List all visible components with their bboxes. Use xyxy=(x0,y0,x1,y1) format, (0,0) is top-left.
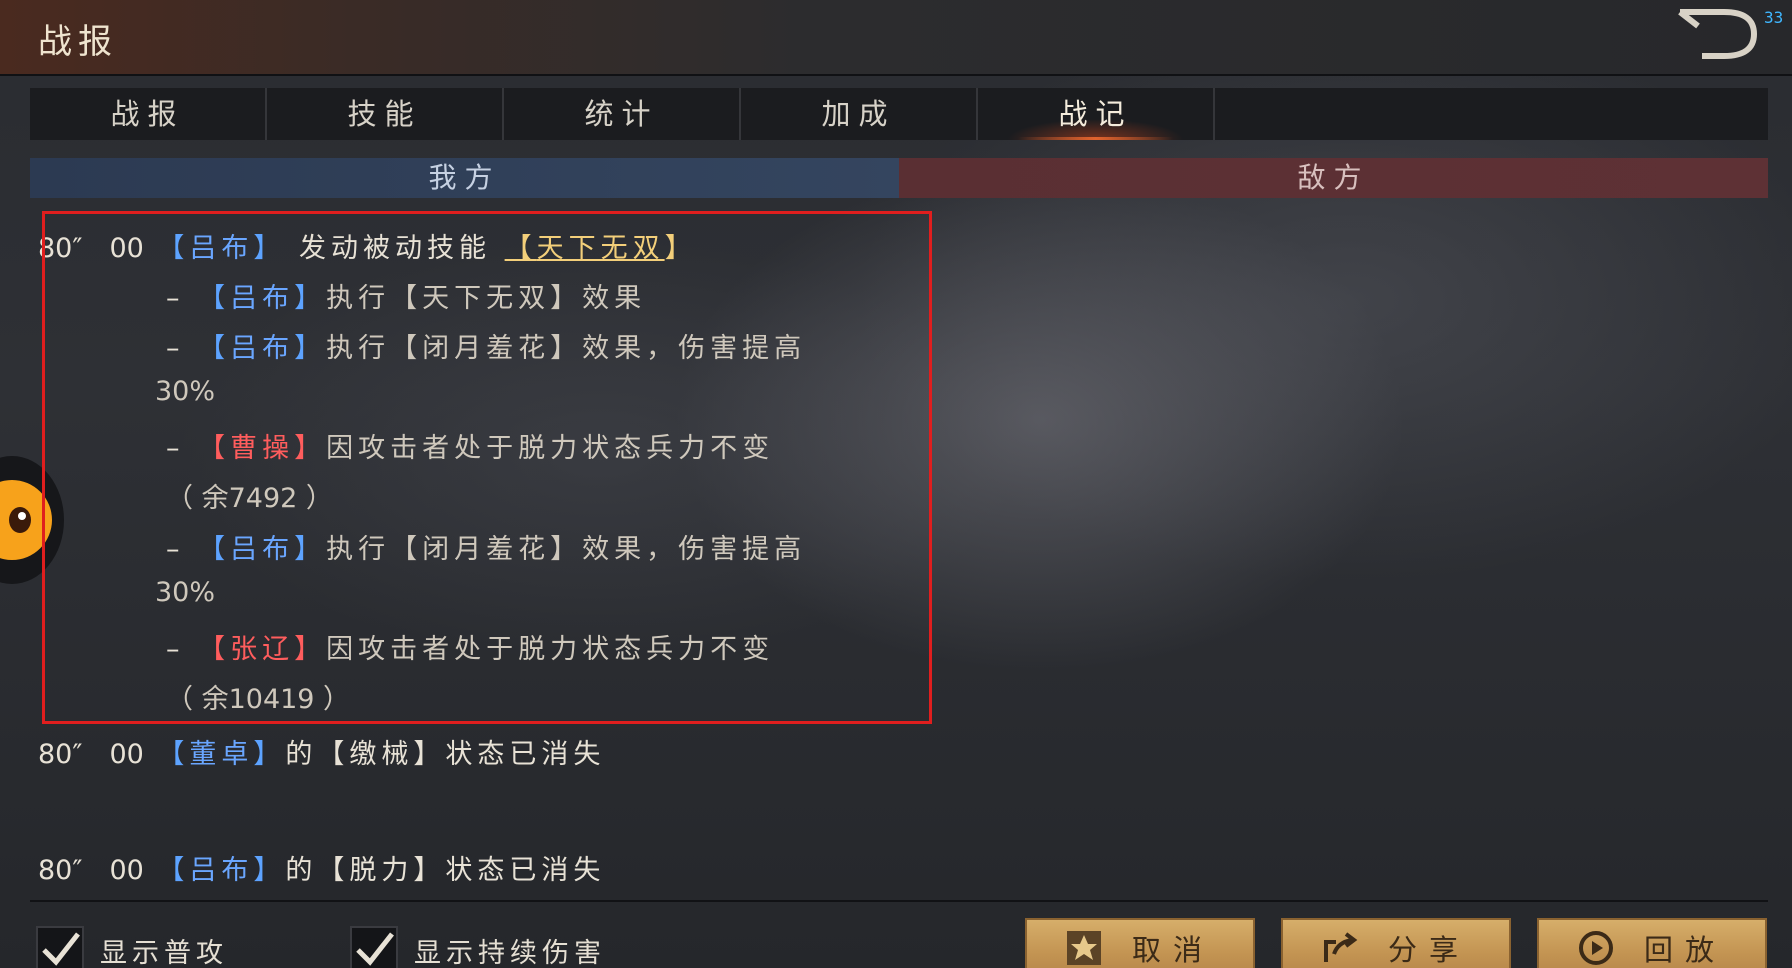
log-connector: 的 xyxy=(285,739,318,770)
replay-label: 回放 xyxy=(1643,933,1726,967)
divider xyxy=(30,900,1768,902)
side-ours-button[interactable]: 我方 xyxy=(30,158,899,198)
cancel-label: 取消 xyxy=(1131,933,1214,967)
side-switch: 我方 敌方 xyxy=(30,158,1768,198)
general-name[interactable]: 吕布 xyxy=(189,855,253,886)
checkbox-label: 显示普攻 xyxy=(100,937,228,968)
log-time: 80″ 00 xyxy=(38,855,144,886)
checkbox-label: 显示持续伤害 xyxy=(414,937,606,968)
cancel-button[interactable]: 取消 xyxy=(1025,918,1255,968)
show-dot-checkbox[interactable]: 显示持续伤害 xyxy=(350,926,606,968)
fps-counter: 33 xyxy=(1764,8,1784,27)
log-entry: 80″ 00 【吕布】的【脱力】状态已消失 xyxy=(38,855,606,886)
side-enemy-button[interactable]: 敌方 xyxy=(899,158,1768,198)
checkbox-box[interactable] xyxy=(36,926,84,968)
battle-report-screen: 战报 33 战报 技能 统计 加成 战记 我方 敌方 80″ 00 【吕布】 发… xyxy=(0,0,1792,968)
tab-battle-report[interactable]: 战报 xyxy=(30,88,267,140)
log-text: 状态已消失 xyxy=(445,855,606,886)
header-bar: 战报 33 xyxy=(0,0,1792,76)
checkmark-icon xyxy=(356,932,394,966)
log-connector: 的 xyxy=(285,855,318,886)
play-icon xyxy=(1578,931,1613,965)
tab-statistics[interactable]: 统计 xyxy=(504,88,741,140)
general-name[interactable]: 董卓 xyxy=(189,739,253,770)
star-icon xyxy=(1066,931,1101,965)
back-arrow-icon[interactable] xyxy=(1672,4,1762,64)
state-name: 脱力 xyxy=(349,855,414,886)
annotation-highlight-box xyxy=(42,211,932,724)
share-button[interactable]: 分享 xyxy=(1281,918,1511,968)
share-label: 分享 xyxy=(1387,933,1470,967)
share-icon xyxy=(1323,932,1358,962)
log-text: 状态已消失 xyxy=(445,739,606,770)
tab-skills[interactable]: 技能 xyxy=(267,88,504,140)
show-normal-attack-checkbox[interactable]: 显示普攻 xyxy=(36,926,228,968)
page-title: 战报 xyxy=(38,22,118,62)
state-name: 缴械 xyxy=(349,739,414,770)
log-entry: 80″ 00 【董卓】的【缴械】状态已消失 xyxy=(38,739,606,770)
log-time: 80″ 00 xyxy=(38,739,144,770)
checkmark-icon xyxy=(42,932,80,966)
tab-bar: 战报 技能 统计 加成 战记 xyxy=(30,88,1768,140)
tab-bonus[interactable]: 加成 xyxy=(741,88,978,140)
checkbox-box[interactable] xyxy=(350,926,398,968)
replay-button[interactable]: 回放 xyxy=(1537,918,1767,968)
tab-battle-log[interactable]: 战记 xyxy=(978,88,1215,140)
